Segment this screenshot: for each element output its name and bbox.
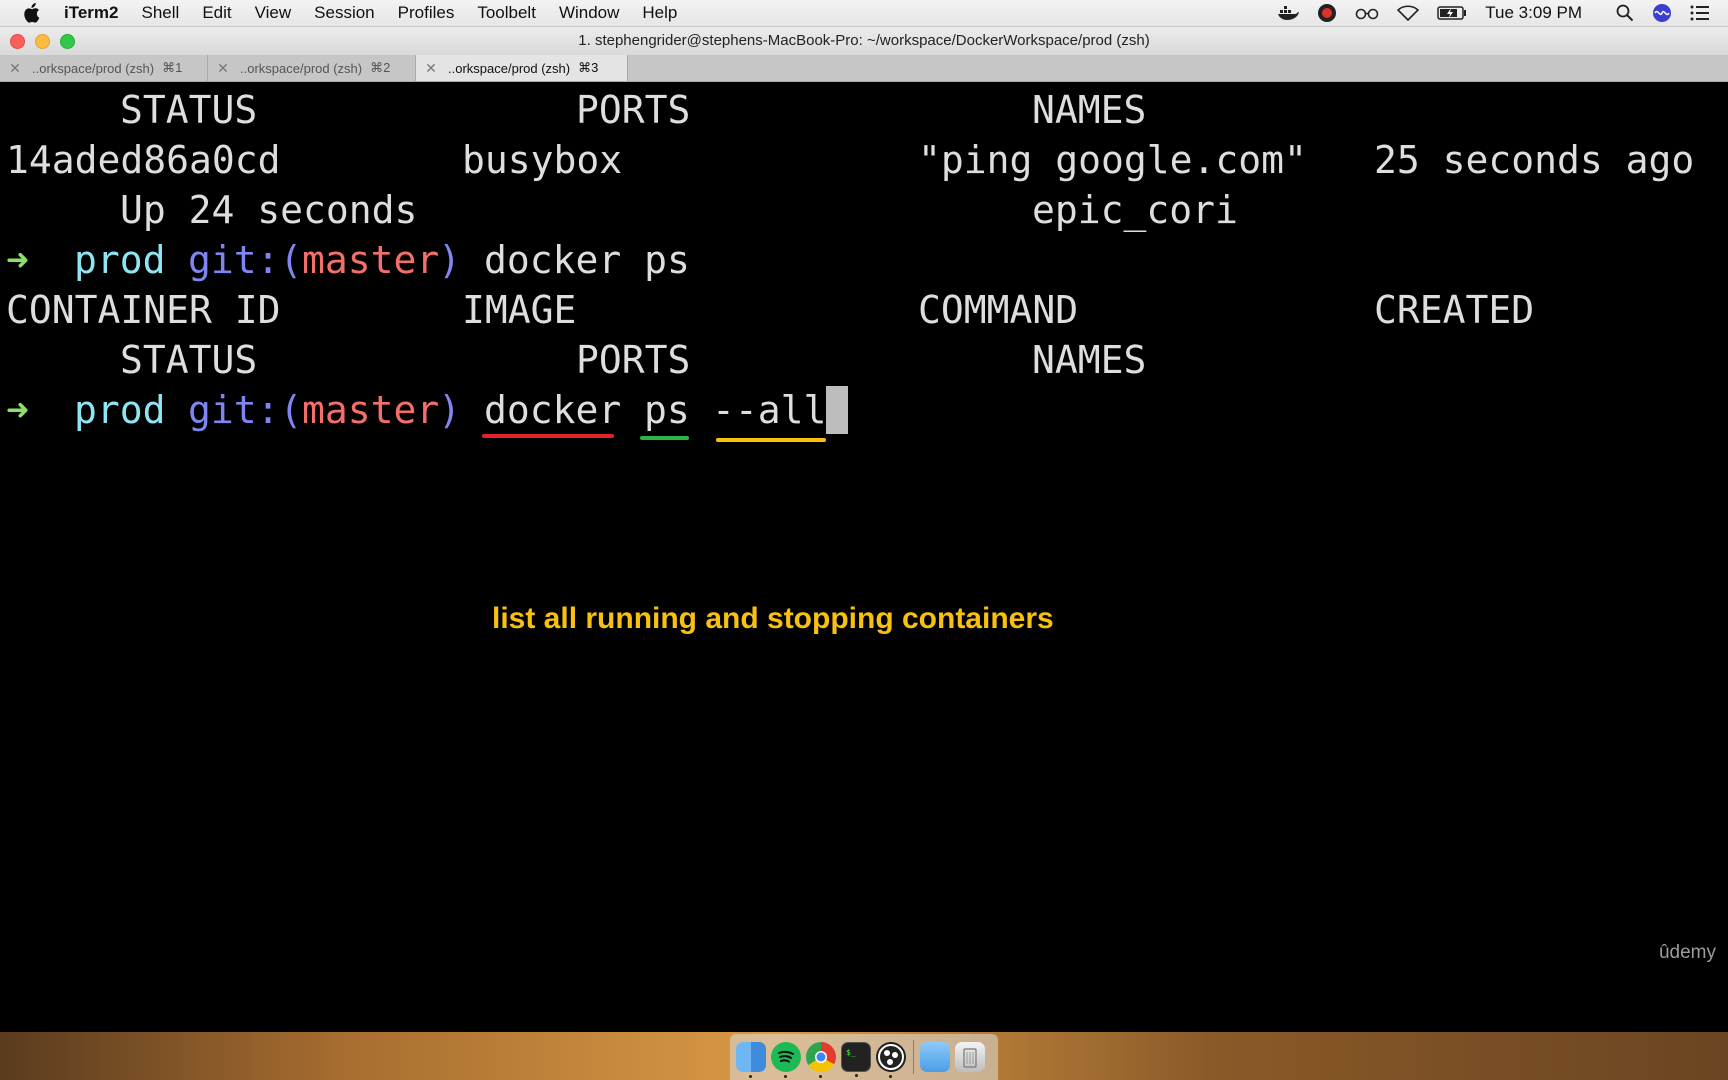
- svg-text:$_: $_: [846, 1048, 856, 1057]
- terminal-line: STATUS PORTS NAMES: [0, 85, 1146, 135]
- tab-shortcut: ⌘1: [162, 60, 183, 75]
- tab-bar: ✕ ..orkspace/prod (zsh) ⌘1 ✕ ..orkspace/…: [0, 55, 1728, 82]
- header-ports: PORTS: [576, 338, 691, 382]
- container-command: "ping google.com": [918, 138, 1307, 182]
- column-ports: PORTS: [576, 88, 691, 132]
- battery-icon[interactable]: [1437, 6, 1467, 20]
- glasses-icon[interactable]: [1355, 6, 1379, 20]
- tab-label: ..orkspace/prod (zsh): [32, 60, 155, 76]
- prompt-branch: master: [302, 238, 440, 282]
- minimize-window-button[interactable]: [35, 34, 50, 49]
- prompt-git-close: ): [438, 388, 461, 432]
- prompt-command: docker ps: [484, 238, 690, 282]
- underline-docker: [482, 434, 614, 438]
- tab-label: ..orkspace/prod (zsh): [448, 60, 571, 76]
- terminal-line: CONTAINER ID IMAGE COMMAND CREATED: [0, 285, 1534, 335]
- terminal-line: STATUS PORTS NAMES: [0, 335, 1146, 385]
- column-status: STATUS: [120, 88, 258, 132]
- prompt-arrow-icon: ➜: [6, 388, 29, 432]
- zoom-window-button[interactable]: [60, 34, 75, 49]
- obs-app-icon[interactable]: [876, 1042, 906, 1078]
- header-command: COMMAND: [918, 288, 1079, 332]
- prompt-git-open: git:(: [188, 238, 303, 282]
- prompt-git-close: ): [438, 238, 461, 282]
- terminal-app-icon[interactable]: $_: [841, 1042, 871, 1077]
- window-title-bar[interactable]: 1. stephengrider@stephens-MacBook-Pro: ~…: [0, 27, 1728, 55]
- text-cursor: [826, 386, 848, 434]
- underline-ps: [640, 436, 689, 440]
- terminal-line: Up 24 seconds epic_cori: [0, 185, 1238, 235]
- menu-window[interactable]: Window: [559, 3, 619, 23]
- tab-3-active[interactable]: ✕ ..orkspace/prod (zsh) ⌘3: [416, 55, 628, 81]
- prompt-git-open: git:(: [188, 388, 303, 432]
- container-names: epic_cori: [1032, 188, 1238, 232]
- terminal-output[interactable]: STATUS PORTS NAMES 14aded86a0cd busybox …: [0, 82, 1728, 1032]
- siri-icon[interactable]: [1652, 3, 1672, 23]
- prompt-dir: prod: [74, 388, 166, 432]
- underline-all: [716, 438, 826, 442]
- menu-view[interactable]: View: [255, 3, 292, 23]
- menu-app-name[interactable]: iTerm2: [64, 3, 119, 23]
- dock-separator: [913, 1040, 914, 1074]
- menu-clock[interactable]: Tue 3:09 PM: [1485, 3, 1582, 23]
- terminal-prompt-line: ➜ prod git:( master ) docker ps: [0, 235, 690, 285]
- udemy-watermark: ûdemy: [1658, 942, 1716, 963]
- menu-toolbelt[interactable]: Toolbelt: [477, 3, 536, 23]
- notification-center-icon[interactable]: [1690, 5, 1710, 21]
- window-title: 1. stephengrider@stephens-MacBook-Pro: ~…: [578, 32, 1150, 49]
- docker-whale-icon[interactable]: [1277, 5, 1300, 21]
- header-image: IMAGE: [462, 288, 577, 332]
- chrome-icon[interactable]: [806, 1042, 836, 1078]
- container-image: busybox: [462, 138, 623, 182]
- annotation-caption: list all running and stopping containers: [492, 602, 1054, 635]
- prompt-arrow-icon: ➜: [6, 238, 29, 282]
- header-created: CREATED: [1374, 288, 1535, 332]
- tab-label: ..orkspace/prod (zsh): [240, 60, 363, 76]
- header-status: STATUS: [120, 338, 258, 382]
- dock: $_: [730, 1034, 998, 1080]
- spotlight-search-icon[interactable]: [1616, 4, 1634, 22]
- trash-icon[interactable]: [955, 1042, 985, 1072]
- apple-menu-icon[interactable]: [22, 2, 44, 24]
- prompt-branch: master: [302, 388, 440, 432]
- header-names: NAMES: [1032, 338, 1147, 382]
- menu-session[interactable]: Session: [314, 3, 374, 23]
- wifi-icon[interactable]: [1397, 5, 1420, 21]
- finder-icon[interactable]: [736, 1042, 766, 1078]
- command-docker: docker: [484, 388, 622, 432]
- menu-bar: iTerm2 Shell Edit View Session Profiles …: [0, 0, 1728, 27]
- tab-shortcut: ⌘2: [370, 60, 391, 75]
- close-window-button[interactable]: [10, 34, 25, 49]
- menu-shell[interactable]: Shell: [142, 3, 180, 23]
- container-status: Up 24 seconds: [120, 188, 418, 232]
- obs-tray-icon[interactable]: [1317, 3, 1337, 23]
- tab-1[interactable]: ✕ ..orkspace/prod (zsh) ⌘1: [0, 55, 208, 81]
- prompt-dir: prod: [74, 238, 166, 282]
- command-ps: ps: [644, 388, 690, 432]
- menu-help[interactable]: Help: [642, 3, 677, 23]
- tab-close-icon[interactable]: ✕: [8, 60, 22, 77]
- terminal-line: 14aded86a0cd busybox "ping google.com" 2…: [0, 135, 1694, 185]
- tab-close-icon[interactable]: ✕: [216, 60, 230, 77]
- folder-icon[interactable]: [920, 1042, 950, 1072]
- container-created: 25 seconds ago: [1374, 138, 1695, 182]
- tab-shortcut: ⌘3: [578, 60, 599, 75]
- tab-2[interactable]: ✕ ..orkspace/prod (zsh) ⌘2: [208, 55, 416, 81]
- spotify-icon[interactable]: [771, 1042, 801, 1078]
- header-container-id: CONTAINER ID: [6, 288, 281, 332]
- terminal-prompt-line-current[interactable]: ➜ prod git:( master ) docker ps --all: [0, 385, 848, 435]
- menu-profiles[interactable]: Profiles: [398, 3, 455, 23]
- container-id: 14aded86a0cd: [6, 138, 281, 182]
- tab-close-icon[interactable]: ✕: [424, 60, 438, 77]
- command-all-flag: --all: [712, 388, 827, 432]
- column-names: NAMES: [1032, 88, 1147, 132]
- menu-edit[interactable]: Edit: [202, 3, 231, 23]
